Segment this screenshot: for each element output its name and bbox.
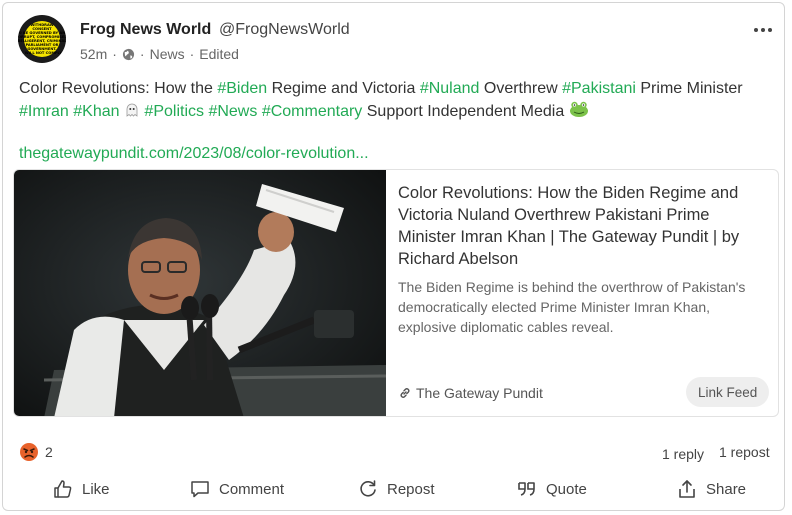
share-icon — [679, 480, 695, 498]
reaction-count: 2 — [45, 444, 53, 460]
post-text-segment: Prime Minister — [635, 80, 743, 97]
thumbs-up-icon — [54, 480, 72, 498]
repost-label: Repost — [387, 480, 435, 498]
preview-source-label: The Gateway Pundit — [416, 385, 543, 401]
preview-source[interactable]: The Gateway Pundit — [398, 385, 543, 401]
hashtag-link[interactable]: #Biden — [217, 80, 267, 97]
avatar[interactable]: WITHDRAWCONSENTTO BE GOVERNED BY ANYCORR… — [18, 15, 66, 63]
angry-face-icon — [20, 443, 38, 461]
post-text-segment: Overthrew — [479, 80, 563, 97]
link-preview-card[interactable]: Color Revolutions: How the Biden Regime … — [13, 169, 779, 417]
post-card: WITHDRAWCONSENTTO BE GOVERNED BY ANYCORR… — [2, 2, 785, 511]
author-name[interactable]: Frog News World — [80, 21, 211, 39]
meta-separator: · — [189, 46, 195, 62]
author-handle[interactable]: @FrogNewsWorld — [219, 21, 350, 39]
post-category[interactable]: News — [150, 46, 185, 62]
post-text-segment: Support Independent Media — [362, 103, 569, 120]
globe-icon — [122, 48, 134, 60]
quote-icon — [518, 482, 535, 496]
frog-emoji-icon — [569, 101, 588, 117]
preview-description: The Biden Regime is behind the overthrow… — [398, 279, 746, 335]
meta-separator: · — [139, 46, 145, 62]
post-meta: 52m · · News · Edited — [80, 46, 239, 62]
hashtag-link[interactable]: #Nuland — [420, 80, 480, 97]
post-link[interactable]: thegatewaypundit.com/2023/08/color-revol… — [19, 145, 369, 163]
hashtag-link[interactable]: #Pakistani — [562, 80, 636, 97]
like-button[interactable]: Like — [53, 471, 110, 507]
hashtag-link[interactable]: #Commentary — [262, 103, 362, 120]
post-text-segment: Regime and Victoria — [267, 80, 420, 97]
post-text-segment: Color Revolutions: How the — [19, 80, 218, 97]
meta-separator: · — [112, 46, 117, 62]
link-icon — [400, 388, 410, 398]
post-text: Color Revolutions: How the #Biden Regime… — [19, 78, 759, 123]
avatar-text-line: I WILL NOT COMPLY — [22, 51, 62, 55]
ghost-emoji-icon — [126, 103, 138, 117]
edited-label: Edited — [199, 46, 239, 62]
preview-image[interactable] — [14, 170, 386, 417]
comment-button[interactable]: Comment — [190, 471, 284, 507]
quote-label: Quote — [546, 480, 587, 498]
link-feed-button[interactable]: Link Feed — [686, 377, 770, 407]
repost-button[interactable]: Repost — [358, 471, 435, 507]
comment-icon — [191, 481, 209, 498]
avatar-logo-text: WITHDRAWCONSENTTO BE GOVERNED BY ANYCORR… — [18, 21, 66, 57]
share-button[interactable]: Share — [677, 471, 746, 507]
hashtag-link[interactable]: #Imran — [19, 103, 69, 120]
reaction-summary[interactable]: 2 — [19, 442, 53, 462]
more-options-icon[interactable] — [751, 18, 775, 42]
action-bar: Like Comment Repost Quote Share — [3, 471, 786, 507]
comment-label: Comment — [219, 480, 285, 498]
quote-button[interactable]: Quote — [517, 471, 587, 507]
repost-count[interactable]: 1 repost — [719, 444, 770, 460]
preview-title[interactable]: Color Revolutions: How the Biden Regime … — [398, 182, 758, 270]
hashtag-link[interactable]: #Politics — [144, 103, 204, 120]
hashtag-link[interactable]: #News — [208, 103, 257, 120]
repost-icon — [360, 480, 376, 497]
share-label: Share — [706, 480, 747, 498]
post-time[interactable]: 52m — [80, 46, 107, 62]
like-label: Like — [82, 480, 110, 498]
reply-count[interactable]: 1 reply — [662, 446, 704, 462]
hashtag-link[interactable]: #Khan — [73, 103, 119, 120]
